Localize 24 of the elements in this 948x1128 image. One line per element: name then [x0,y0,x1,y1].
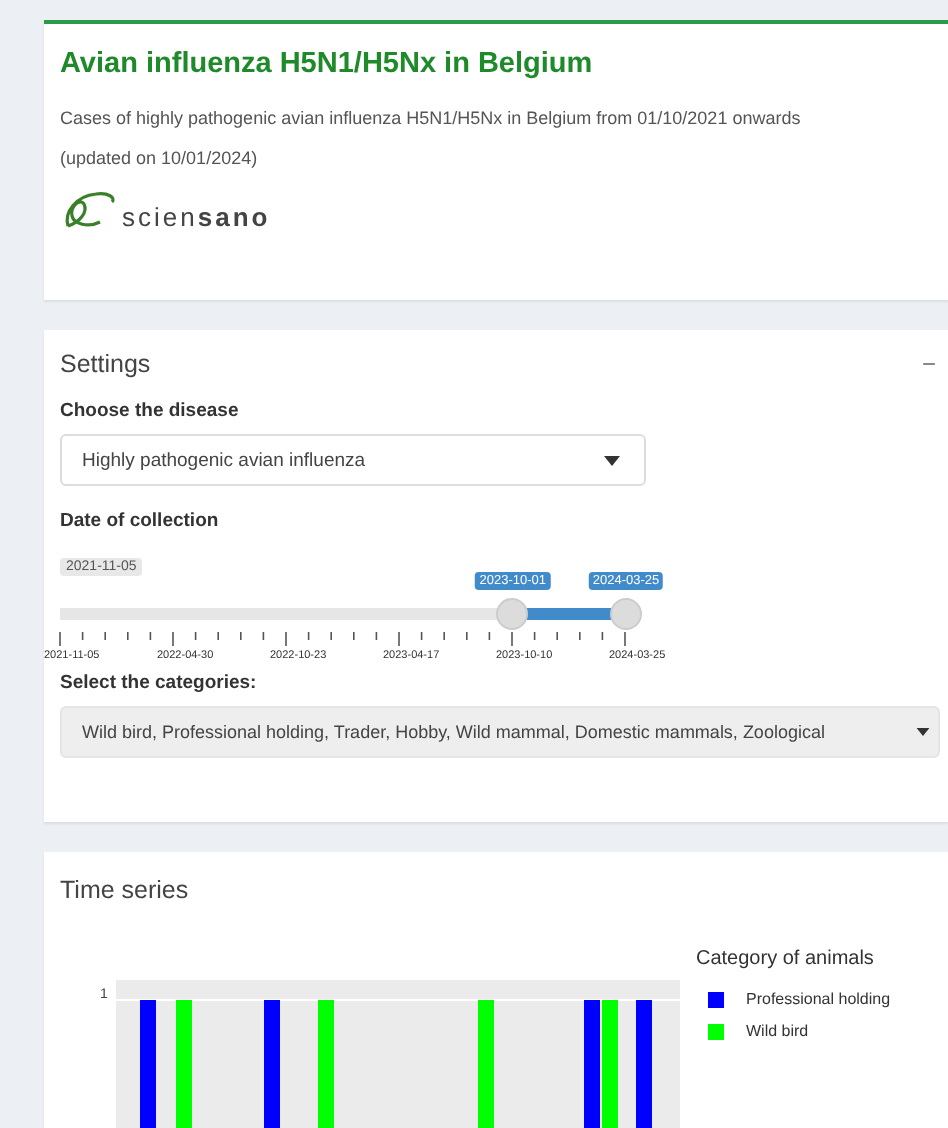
logo-text: sciensano [122,202,271,232]
chart-bar [318,1000,334,1128]
collapse-button[interactable]: − [917,350,940,378]
chart-bar [478,1000,494,1128]
chart-bar [176,1000,192,1128]
field-label: Date of collection [60,510,221,532]
disease-dropdown[interactable]: Highly pathogenic avian influenza [60,434,646,486]
categories-dropdown[interactable]: Wild bird, Professional holding, Trader, Hobby, Wild mammal, Domestic mammals, Zoological [60,706,940,758]
legend-label: Professional holding [746,990,891,1008]
field-label: Select the categories: [60,672,259,694]
caret-icon [604,455,620,465]
chart-bar [636,1000,652,1128]
field-label: Choose the disease [60,400,241,422]
caret-icon [916,728,930,736]
chart-bar [264,1000,280,1128]
page-title: Avian influenza H5N1/H5Nx in Belgium [60,48,595,80]
legend-label: Wild bird [746,1022,809,1040]
leaf-logo-icon [60,188,120,232]
legend-title: Category of animals [696,948,876,970]
panel-title: Time series [60,876,191,904]
updated-text: (updated on 10/01/2024) [60,148,260,168]
panel-title: Settings [60,350,151,378]
chart-bar [140,1000,156,1128]
description-text: Cases of highly pathogenic avian influenza H5N1/H5Nx in Belgium from 01/10/2021 onwards [60,108,803,128]
